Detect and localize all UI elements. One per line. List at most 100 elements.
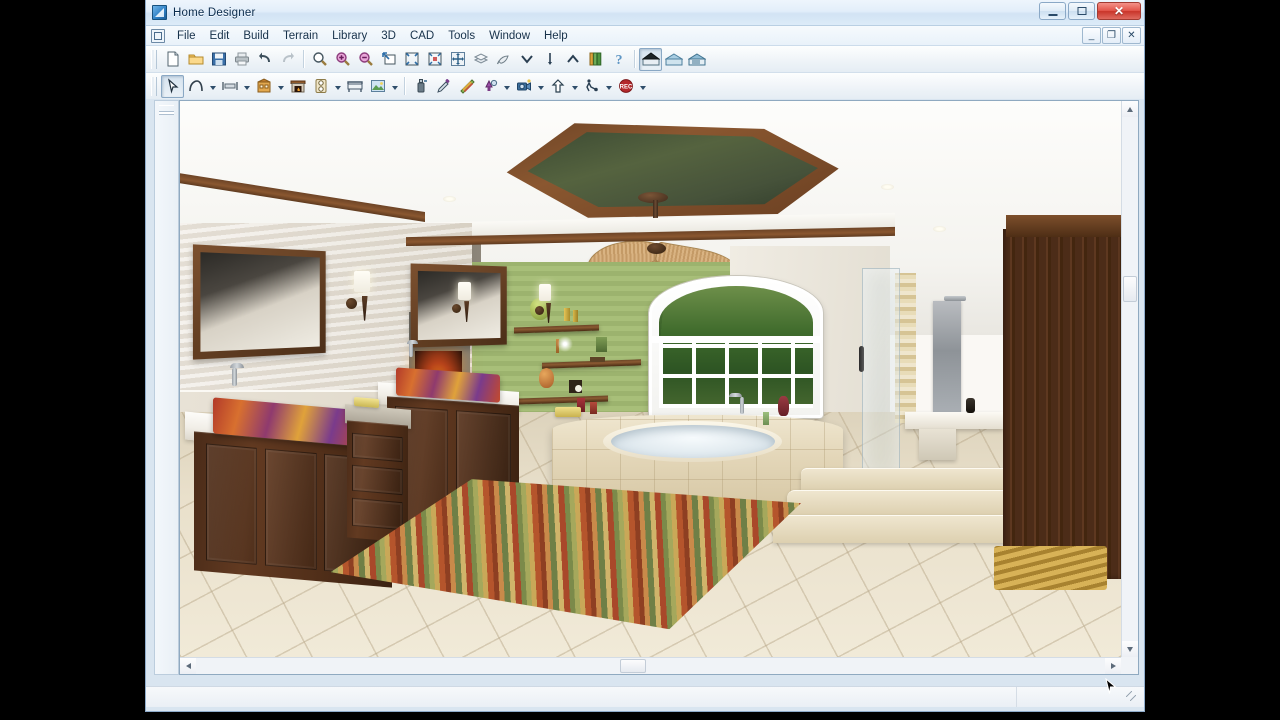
spline-dropdown-arrow[interactable]	[207, 75, 218, 98]
shower-bench-pedestal	[918, 429, 957, 460]
library-browser-button[interactable]	[584, 48, 607, 71]
wall-sconce	[354, 270, 371, 292]
menu-item-terrain[interactable]: Terrain	[276, 28, 325, 44]
overview-camera-button[interactable]	[685, 48, 708, 71]
electrical-dropdown-arrow[interactable]	[332, 75, 343, 98]
menu-item-library[interactable]: Library	[325, 28, 374, 44]
mdi-restore-button[interactable]: ❐	[1102, 27, 1121, 44]
wall-tools-dropdown-arrow[interactable]	[241, 75, 252, 98]
menu-item-help[interactable]: Help	[537, 28, 575, 44]
spline-button[interactable]	[184, 75, 207, 98]
shower-bench	[904, 412, 1004, 430]
pan-button[interactable]	[446, 48, 469, 71]
record-dropdown-arrow[interactable]	[637, 75, 648, 98]
furniture-button[interactable]	[343, 75, 366, 98]
new-plan-button[interactable]	[161, 48, 184, 71]
shower-step	[772, 515, 1018, 544]
cabinet-drawer	[352, 498, 404, 531]
resize-grip[interactable]	[1126, 691, 1142, 707]
fireplace-button[interactable]	[286, 75, 309, 98]
walkthrough-button[interactable]	[580, 75, 603, 98]
select-objects-button[interactable]	[161, 74, 184, 98]
menu-item-window[interactable]: Window	[482, 28, 537, 44]
room-tools-dropdown-arrow[interactable]	[275, 75, 286, 98]
move-up-button[interactable]	[546, 75, 569, 98]
document-window-icon[interactable]	[151, 28, 165, 43]
scroll-right-button[interactable]	[1105, 658, 1121, 674]
undo-button[interactable]	[253, 48, 276, 71]
down-one-floor-button[interactable]	[515, 48, 538, 71]
camera-tools-dropdown-arrow[interactable]	[535, 75, 546, 98]
fill-window-button[interactable]	[400, 48, 423, 71]
close-icon: ✕	[1113, 4, 1125, 18]
reference-display-button[interactable]	[469, 48, 492, 71]
light-tools-button[interactable]	[478, 75, 501, 98]
pictures-button[interactable]	[366, 75, 389, 98]
scroll-down-button[interactable]	[1122, 641, 1138, 657]
cabinet-crown-trim	[1006, 214, 1121, 238]
fill-window-selected-button[interactable]	[423, 48, 446, 71]
redo-button[interactable]	[276, 48, 299, 71]
toolbar-separator	[303, 50, 304, 68]
light-tools-dropdown-arrow[interactable]	[501, 75, 512, 98]
room-tools-button[interactable]	[252, 75, 275, 98]
eyedropper-button[interactable]	[432, 75, 455, 98]
horizontal-scroll-thumb[interactable]	[620, 659, 646, 673]
electrical-button[interactable]	[309, 75, 332, 98]
3d-view-viewport[interactable]	[180, 101, 1121, 657]
pictures-dropdown-arrow[interactable]	[389, 75, 400, 98]
walkthrough-dropdown-arrow[interactable]	[603, 75, 614, 98]
window-title: Home Designer	[173, 6, 256, 19]
zoom-previous-button[interactable]	[377, 48, 400, 71]
mdi-close-button[interactable]: ✕	[1122, 27, 1141, 44]
sink-faucet	[408, 342, 413, 357]
scroll-left-button[interactable]	[180, 658, 196, 674]
material-painter-button[interactable]	[409, 75, 432, 98]
menu-item-3d[interactable]: 3D	[374, 28, 403, 44]
library-side-panel[interactable]	[154, 100, 179, 675]
scroll-up-button[interactable]	[1122, 101, 1138, 117]
camera-tools-button[interactable]	[512, 75, 535, 98]
cabinet-drawer	[352, 465, 404, 496]
menu-item-tools[interactable]: Tools	[441, 28, 482, 44]
cabinet-door	[205, 443, 258, 565]
up-one-floor-button[interactable]	[561, 48, 584, 71]
window-close-button[interactable]: ✕	[1097, 2, 1141, 20]
window-maximize-button[interactable]	[1068, 2, 1095, 20]
toolbar-grip[interactable]	[151, 49, 157, 69]
decor-star-glint	[556, 334, 575, 353]
wall-sconce-backplate	[534, 305, 544, 315]
floor-reference-button[interactable]	[538, 48, 561, 71]
move-up-dropdown-arrow[interactable]	[569, 75, 580, 98]
elevation-camera-button[interactable]	[662, 48, 685, 71]
sink-faucet	[231, 367, 237, 386]
zoom-in-button[interactable]	[331, 48, 354, 71]
vertical-scrollbar[interactable]	[1121, 101, 1138, 657]
decor-clock-face	[575, 384, 583, 392]
help-button[interactable]: ?	[607, 48, 630, 71]
full-camera-button[interactable]	[639, 47, 662, 71]
panel-grip[interactable]	[159, 105, 174, 112]
save-plan-button[interactable]	[207, 48, 230, 71]
menu-item-file[interactable]: File	[170, 28, 203, 44]
zoom-out-button[interactable]	[354, 48, 377, 71]
zoom-button[interactable]	[308, 48, 331, 71]
menu-item-build[interactable]: Build	[236, 28, 276, 44]
open-plan-button[interactable]	[184, 48, 207, 71]
menu-item-edit[interactable]: Edit	[203, 28, 237, 44]
svg-text:REC: REC	[619, 85, 632, 91]
wall-tools-button[interactable]	[218, 75, 241, 98]
toolbar-grip[interactable]	[151, 76, 157, 96]
record-walkthrough-button[interactable]: REC	[614, 75, 637, 98]
window-minimize-button[interactable]	[1039, 2, 1066, 20]
print-button[interactable]	[230, 48, 253, 71]
document-window	[179, 100, 1139, 675]
mdi-minimize-button[interactable]: _	[1082, 27, 1101, 44]
vertical-scroll-thumb[interactable]	[1123, 276, 1137, 302]
horizontal-scrollbar[interactable]	[180, 657, 1121, 674]
fill-color-button[interactable]	[492, 48, 515, 71]
decor-candle	[590, 402, 598, 415]
recessed-light	[443, 195, 457, 202]
material-stripe-button[interactable]	[455, 75, 478, 98]
menu-item-cad[interactable]: CAD	[403, 28, 441, 44]
